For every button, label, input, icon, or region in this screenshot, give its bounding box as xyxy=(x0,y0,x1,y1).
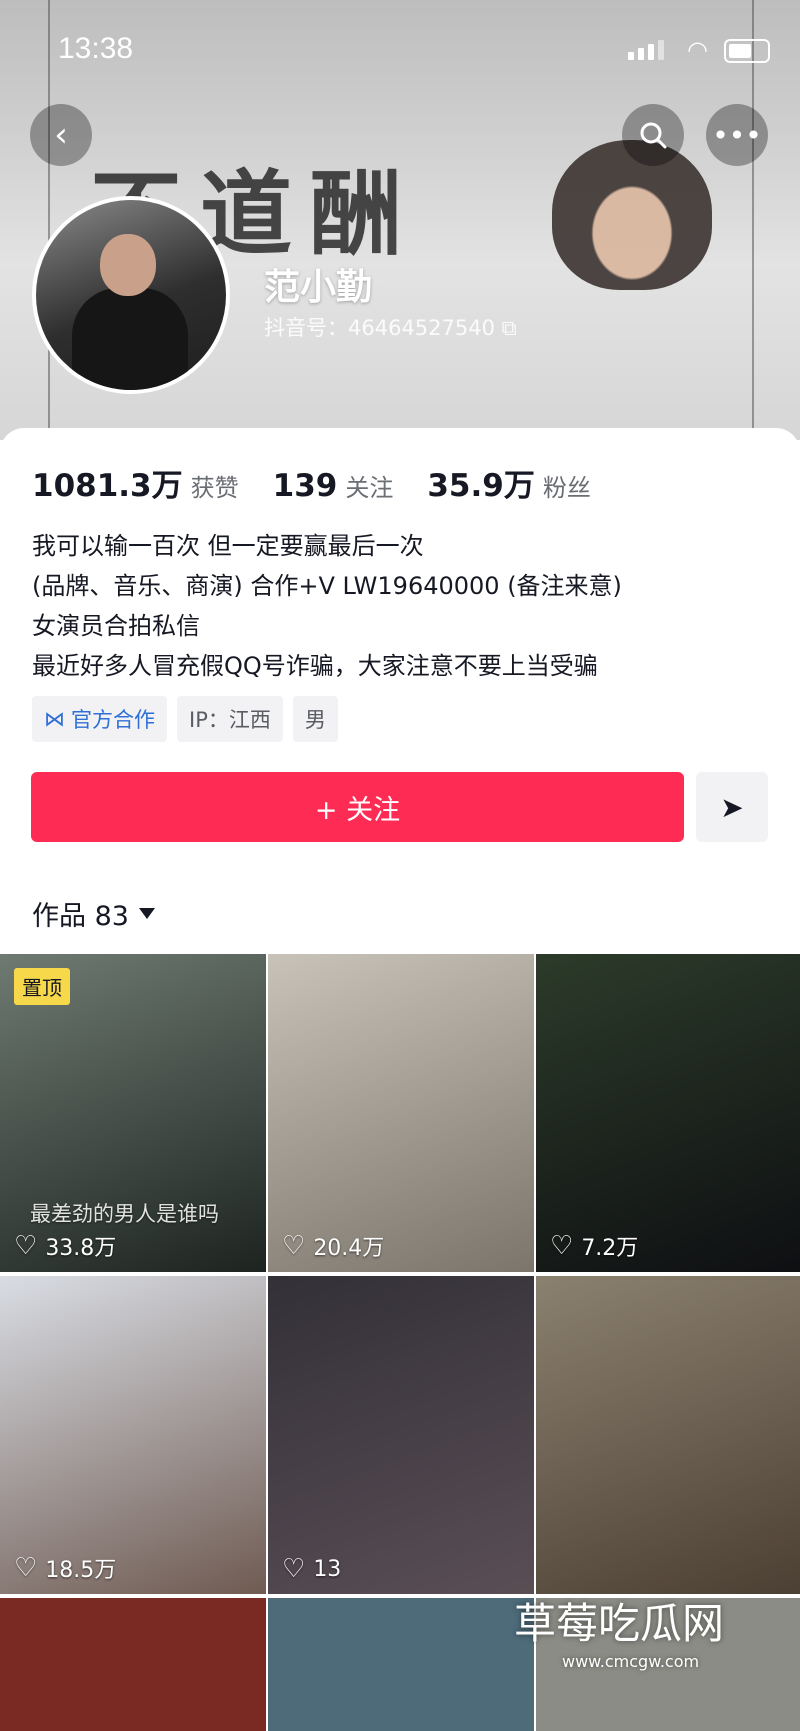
back-button[interactable]: ‹ xyxy=(30,104,92,166)
profile-uid[interactable]: 抖音号：46464527540 ⧉ xyxy=(264,312,517,342)
profile-card: 1081.3万 获赞 139 关注 35.9万 粉丝 我可以输一百次 但一定要赢… xyxy=(0,428,800,1731)
likes-text: 7.2万 xyxy=(581,1236,639,1261)
video-thumbnail[interactable]: 置顶 最差劲的男人是谁吗 ♡ 33.8万 xyxy=(0,954,266,1272)
video-likes: ♡ 18.5万 xyxy=(14,1552,116,1584)
bio-line: 女演员合拍私信 xyxy=(32,612,200,640)
caret-down-icon xyxy=(138,908,155,919)
likes-text: 18.5万 xyxy=(45,1558,117,1583)
heart-icon: ♡ xyxy=(282,1231,306,1261)
watermark-url: www.cmcgw.com xyxy=(562,1652,700,1671)
following-count[interactable]: 139 xyxy=(273,468,338,504)
video-likes: ♡ 33.8万 xyxy=(14,1230,116,1262)
likes-text: 33.8万 xyxy=(45,1236,117,1261)
avatar-figure xyxy=(72,288,188,390)
handshake-icon: ⋈ xyxy=(44,707,65,731)
send-icon: ➤ xyxy=(720,790,744,824)
search-icon xyxy=(640,122,667,149)
gender-tag: 男 xyxy=(292,696,338,742)
works-tab[interactable]: 作品 83 xyxy=(32,894,155,933)
following-label[interactable]: 关注 xyxy=(345,468,393,503)
status-bar: 13:38 ◠ xyxy=(0,28,800,68)
pinned-badge: 置顶 xyxy=(14,968,70,1005)
heart-icon: ♡ xyxy=(282,1554,306,1584)
avatar[interactable] xyxy=(32,196,230,394)
likes-count: 1081.3万 xyxy=(32,468,183,504)
bio-line: 我可以输一百次 但一定要赢最后一次 xyxy=(32,532,424,560)
video-thumbnail[interactable]: ♡ 20.4万 xyxy=(268,954,534,1272)
video-thumbnail[interactable]: ♡ 18.5万 xyxy=(0,1276,266,1594)
heart-icon: ♡ xyxy=(550,1231,574,1261)
signal-icon xyxy=(628,40,664,60)
video-thumbnail-partial[interactable] xyxy=(268,1598,534,1731)
battery-icon xyxy=(724,39,770,63)
watermark-title: 草莓吃瓜网 xyxy=(514,1599,725,1648)
uid-text: 抖音号：46464527540 xyxy=(264,316,495,340)
followers-count[interactable]: 35.9万 xyxy=(427,460,535,505)
bio-line: 最近好多人冒充假QQ号诈骗，大家注意不要上当受骗 xyxy=(32,652,598,680)
works-label: 作品 83 xyxy=(32,901,129,932)
banner-portrait xyxy=(552,140,712,290)
likes-text: 13 xyxy=(313,1556,342,1582)
wifi-icon: ◠ xyxy=(687,36,708,64)
likes-text: 20.4万 xyxy=(313,1236,385,1261)
status-time: 13:38 xyxy=(58,32,134,65)
video-thumbnail[interactable] xyxy=(536,1276,800,1594)
official-tag[interactable]: ⋈ 官方合作 xyxy=(32,696,167,742)
profile-name: 范小勤 xyxy=(264,267,373,308)
more-button[interactable]: ••• xyxy=(706,104,768,166)
official-label: 官方合作 xyxy=(71,708,155,732)
share-button[interactable]: ➤ xyxy=(696,772,768,842)
stats-row: 1081.3万 获赞 139 关注 35.9万 粉丝 xyxy=(32,460,625,505)
more-icon: ••• xyxy=(712,118,762,152)
video-caption: 最差劲的男人是谁吗 xyxy=(30,1202,219,1226)
bio: 我可以输一百次 但一定要赢最后一次 (品牌、音乐、商演) 合作+V LW1964… xyxy=(32,526,622,686)
video-likes: ♡ 7.2万 xyxy=(550,1230,638,1262)
video-likes: ♡ 20.4万 xyxy=(282,1230,384,1262)
heart-icon: ♡ xyxy=(14,1231,38,1261)
chevron-left-icon: ‹ xyxy=(54,115,68,155)
video-thumbnail[interactable]: ♡ 13 xyxy=(268,1276,534,1594)
video-thumbnail[interactable]: ♡ 7.2万 xyxy=(536,954,800,1272)
tag-row: ⋈ 官方合作 IP：江西 男 xyxy=(32,696,338,742)
video-likes: ♡ 13 xyxy=(282,1554,341,1584)
search-button[interactable] xyxy=(622,104,684,166)
ip-tag: IP：江西 xyxy=(177,696,283,742)
followers-label[interactable]: 粉丝 xyxy=(543,468,591,503)
copy-icon[interactable]: ⧉ xyxy=(502,316,517,340)
bio-line: (品牌、音乐、商演) 合作+V LW19640000 (备注来意) xyxy=(32,572,622,600)
follow-button[interactable]: + 关注 xyxy=(31,772,684,842)
avatar-face xyxy=(100,234,156,296)
likes-label: 获赞 xyxy=(190,474,239,502)
video-thumbnail-partial[interactable] xyxy=(0,1598,266,1731)
heart-icon: ♡ xyxy=(14,1553,38,1583)
